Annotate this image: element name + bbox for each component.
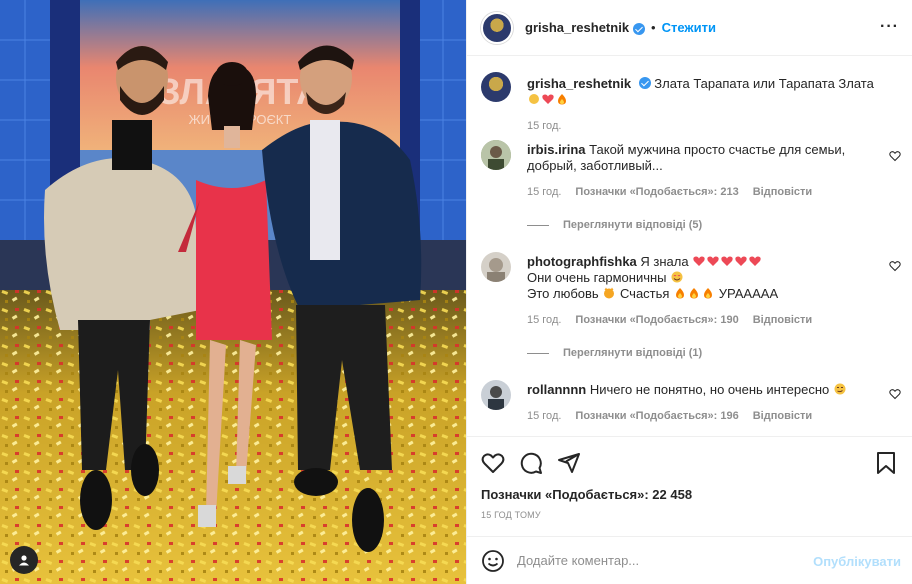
- emoji-icon[interactable]: [481, 549, 505, 573]
- view-replies-label: Переглянути відповіді (5): [563, 219, 703, 231]
- comment-text: Они очень гармоничны: [527, 270, 667, 285]
- comment-composer: Опублікувати: [467, 536, 912, 584]
- comment-input[interactable]: [517, 553, 817, 568]
- view-replies-line: [527, 352, 549, 354]
- comments-list[interactable]: grisha_reshetnik Злата Тарапата или Тара…: [467, 56, 912, 436]
- comment-timestamp: 15 год.: [527, 186, 562, 198]
- comment-text: добрый, заботливый...: [527, 158, 663, 173]
- post-photo[interactable]: ЗЛАТЯТА ЖИТТЯ ПРОЄКТ: [0, 0, 466, 584]
- caption-author[interactable]: grisha_reshetnik: [527, 76, 631, 91]
- post-time-ago: 15 ГОД ТОМУ: [481, 510, 541, 520]
- caption-text: Злата Тарапата или Тарапата Злата: [654, 76, 874, 91]
- commenter-avatar[interactable]: [481, 140, 511, 170]
- post-actions: Позначки «Подобається»: 22 458 15 ГОД ТО…: [467, 436, 912, 536]
- red-heart-emoji-icon: [721, 255, 733, 267]
- heart-emoji-row: [692, 254, 762, 269]
- comment-likes-link[interactable]: Позначки «Подобається»: 190: [575, 312, 738, 328]
- like-comment-heart-icon[interactable]: [889, 260, 901, 272]
- follow-button[interactable]: Стежити: [662, 20, 716, 35]
- comment-row: photographfishka Я знала Они очень гармо…: [481, 252, 901, 342]
- tagged-users-button[interactable]: [10, 546, 38, 574]
- comment-likes-link[interactable]: Позначки «Подобається»: 213: [575, 184, 738, 200]
- view-replies-button[interactable]: Переглянути відповіді (1): [527, 347, 702, 359]
- reply-button[interactable]: Відповісти: [753, 408, 812, 424]
- comment-text: Ничего не понятно, но очень интересно: [589, 382, 830, 397]
- comment-text: Я знала: [640, 254, 689, 269]
- comment-text: Это любовь: [527, 286, 599, 301]
- comment-icon[interactable]: [519, 451, 543, 475]
- post-sidebar: grisha_reshetnik • Стежити ··· grisha_re…: [466, 0, 912, 584]
- reply-button[interactable]: Відповісти: [753, 184, 812, 200]
- comment-text: Счастья: [619, 286, 670, 301]
- fire-emoji-icon: [674, 287, 686, 299]
- smiling-cat-emoji-icon: [603, 287, 615, 299]
- author-username[interactable]: grisha_reshetnik: [525, 20, 629, 35]
- like-comment-heart-icon[interactable]: [889, 388, 901, 400]
- view-replies-button[interactable]: Переглянути відповіді (5): [527, 219, 702, 231]
- post-image: ЗЛАТЯТА ЖИТТЯ ПРОЄКТ: [0, 0, 466, 584]
- view-replies-line: [527, 224, 549, 226]
- commenter-avatar[interactable]: [481, 252, 511, 282]
- caption-row: grisha_reshetnik Злата Тарапата или Тара…: [481, 72, 901, 132]
- more-horizontal-icon[interactable]: ···: [880, 18, 899, 36]
- red-heart-emoji-icon: [693, 255, 705, 267]
- view-replies-label: Переглянути відповіді (1): [563, 347, 703, 359]
- likes-count[interactable]: Позначки «Подобається»: 22 458: [481, 487, 692, 502]
- red-heart-emoji-icon: [542, 93, 554, 105]
- publish-button[interactable]: Опублікувати: [813, 554, 901, 569]
- author-avatar[interactable]: [481, 11, 513, 44]
- reply-button[interactable]: Відповісти: [753, 312, 812, 328]
- share-icon[interactable]: [557, 451, 581, 475]
- red-heart-emoji-icon: [707, 255, 719, 267]
- verified-badge-icon: [638, 77, 651, 89]
- fire-emoji-icon: [688, 287, 700, 299]
- verified-badge-icon: [633, 22, 646, 35]
- post-header: grisha_reshetnik • Стежити ···: [467, 0, 912, 56]
- comment-row: irbis.irina Такой мужчина просто счастье…: [481, 140, 901, 210]
- fire-emoji-icon: [556, 93, 568, 105]
- user-icon: [19, 555, 29, 566]
- caption-timestamp: 15 год.: [527, 120, 562, 132]
- author-avatar-small[interactable]: [481, 72, 511, 102]
- comment-timestamp: 15 год.: [527, 314, 562, 326]
- comment-timestamp: 15 год.: [527, 410, 562, 422]
- comment-likes-link[interactable]: Позначки «Подобається»: 196: [575, 408, 738, 424]
- heart-eyes-emoji-icon: [671, 271, 683, 283]
- commenter-username[interactable]: photographfishka: [527, 254, 637, 269]
- heart-icon[interactable]: [481, 451, 505, 475]
- comment-text: УРААААА: [718, 286, 779, 301]
- like-comment-heart-icon[interactable]: [889, 150, 901, 162]
- fire-emoji-icon: [702, 287, 714, 299]
- comment-text: Такой мужчина просто счастье для семьи,: [589, 142, 846, 157]
- bookmark-icon[interactable]: [875, 451, 897, 475]
- red-heart-emoji-icon: [749, 255, 761, 267]
- separator-dot: •: [651, 20, 656, 35]
- commenter-username[interactable]: irbis.irina: [527, 142, 586, 157]
- smirk-emoji-icon: [834, 383, 846, 395]
- commenter-avatar[interactable]: [481, 380, 511, 410]
- comment-row: rollannnn Ничего не понятно, но очень ин…: [481, 380, 901, 430]
- red-heart-emoji-icon: [735, 255, 747, 267]
- commenter-username[interactable]: rollannnn: [527, 382, 586, 397]
- ok-hand-emoji-icon: [528, 93, 540, 105]
